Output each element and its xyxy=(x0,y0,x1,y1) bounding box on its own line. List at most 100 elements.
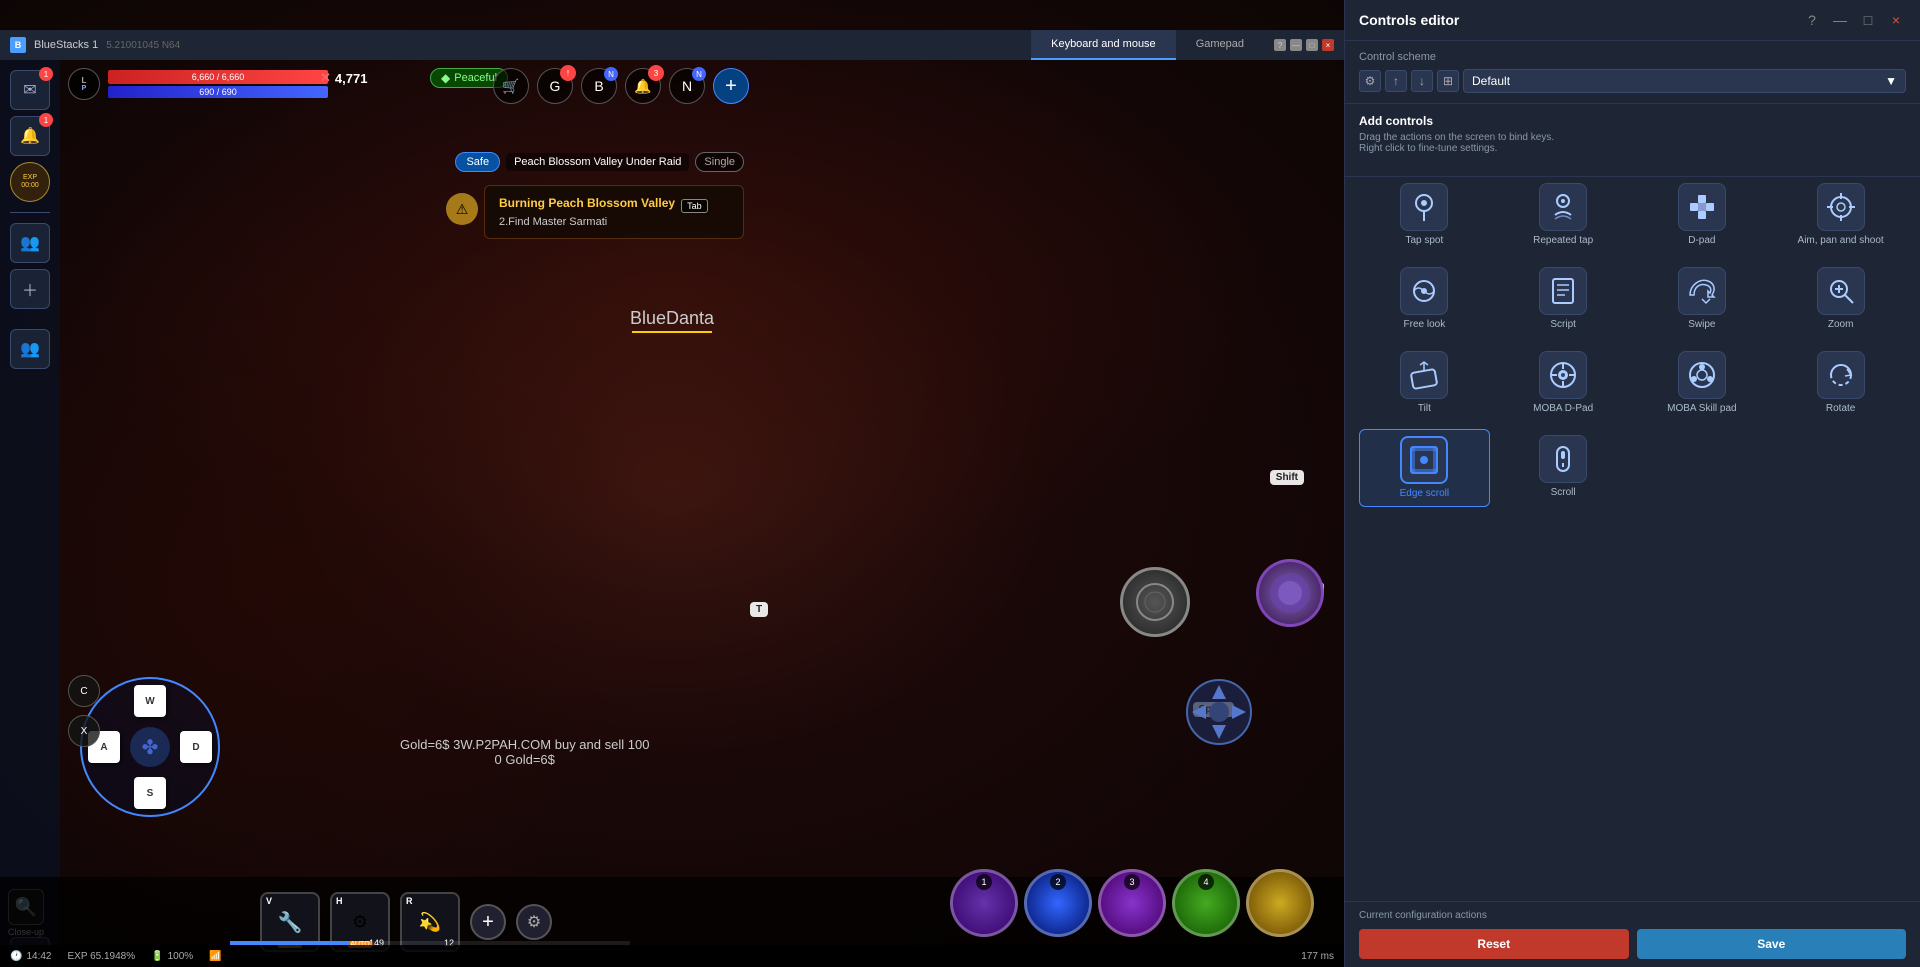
control-tap-spot[interactable]: Tap spot xyxy=(1359,177,1490,253)
exp-display: EXP 65.1948% xyxy=(67,951,135,962)
panel-maximize-btn[interactable]: □ xyxy=(1858,10,1878,30)
skill-num-1: 1 xyxy=(976,874,992,890)
h-skill-icon: ⚙ xyxy=(352,912,368,933)
n-btn[interactable]: N N xyxy=(669,68,705,104)
b-btn[interactable]: B N xyxy=(581,68,617,104)
close-btn[interactable]: × xyxy=(1322,39,1334,51)
control-moba-dpad[interactable]: MOBA D-Pad xyxy=(1498,345,1629,421)
group-btn[interactable]: 👥 xyxy=(10,223,50,263)
scheme-share-icon[interactable]: ↑ xyxy=(1385,70,1407,92)
control-dpad[interactable]: D-pad xyxy=(1637,177,1768,253)
g-btn[interactable]: G ! xyxy=(537,68,573,104)
current-config-label: Current configuration actions xyxy=(1359,910,1906,921)
scheme-dropdown[interactable]: Default ▼ xyxy=(1463,69,1906,93)
scheme-chevron-icon: ▼ xyxy=(1885,74,1897,88)
dpad-right-btn[interactable]: D xyxy=(180,731,212,763)
reset-btn[interactable]: Reset xyxy=(1359,929,1629,959)
maximize-btn[interactable]: □ xyxy=(1306,39,1318,51)
mp-bar: 690 / 690 xyxy=(108,86,328,98)
hp-text: 6,660 / 6,660 xyxy=(108,70,328,84)
diamond-icon: ◆ xyxy=(441,71,450,85)
add-skill-btn[interactable]: + xyxy=(470,904,506,940)
skill-circle-4[interactable]: 4 xyxy=(1172,869,1240,937)
control-swipe[interactable]: Swipe xyxy=(1637,261,1768,337)
minimize-btn[interactable]: — xyxy=(1290,39,1302,51)
coins-value: 4,771 xyxy=(335,71,368,86)
edge-scroll-label: Edge scroll xyxy=(1400,488,1449,500)
x-action-btn[interactable]: X xyxy=(68,715,100,747)
xp-fill xyxy=(230,941,350,945)
control-repeated-tap[interactable]: Repeated tap xyxy=(1498,177,1629,253)
panel-help-btn[interactable]: ? xyxy=(1802,10,1822,30)
zoom-icon xyxy=(1817,267,1865,315)
panel-close-btn[interactable]: × xyxy=(1886,10,1906,30)
scheme-label: Control scheme xyxy=(1359,51,1906,63)
control-moba-skill-pad[interactable]: MOBA Skill pad xyxy=(1637,345,1768,421)
space-dpad[interactable] xyxy=(1184,677,1254,747)
q-skill-container xyxy=(1256,559,1324,627)
skill-circle-2[interactable]: 2 xyxy=(1024,869,1092,937)
dpad-up-btn[interactable]: W xyxy=(134,685,166,717)
tab-key-badge[interactable]: Tab xyxy=(681,199,708,213)
scheme-import-icon[interactable]: ↓ xyxy=(1411,70,1433,92)
quest-marker-icon: ⚠ xyxy=(446,193,478,225)
repeated-tap-label: Repeated tap xyxy=(1533,235,1593,247)
scheme-copy-icon[interactable]: ⊞ xyxy=(1437,70,1459,92)
control-aim-pan-shoot[interactable]: Aim, pan and shoot xyxy=(1775,177,1906,253)
safe-badge[interactable]: Safe xyxy=(455,152,500,172)
char-name-container: BlueDanta xyxy=(630,308,714,333)
help-icon[interactable]: ? xyxy=(1274,39,1286,51)
control-free-look[interactable]: Free look xyxy=(1359,261,1490,337)
t-key-overlay[interactable]: T xyxy=(750,602,768,617)
tap-spot-label: Tap spot xyxy=(1405,235,1443,247)
dpad-down-btn[interactable]: S xyxy=(134,777,166,809)
char-name: BlueDanta xyxy=(630,308,714,329)
skill-circle-5[interactable] xyxy=(1246,869,1314,937)
save-btn[interactable]: Save xyxy=(1637,929,1907,959)
add-hud-btn[interactable]: + xyxy=(713,68,749,104)
repeated-tap-svg xyxy=(1547,191,1579,223)
settings-btn[interactable]: ⚙ xyxy=(516,904,552,940)
panel-minimize-btn[interactable]: — xyxy=(1830,10,1850,30)
skill-circle-3[interactable]: 3 xyxy=(1098,869,1166,937)
notification-btn[interactable]: 🔔 1 xyxy=(10,116,50,156)
scheme-settings-icon[interactable]: ⚙ xyxy=(1359,70,1381,92)
xp-bar xyxy=(230,941,630,945)
control-zoom[interactable]: Zoom xyxy=(1775,261,1906,337)
exp-badge[interactable]: EXP 00:00 xyxy=(10,162,50,202)
skill-circle-1[interactable]: 1 xyxy=(950,869,1018,937)
g-badge: ! xyxy=(560,65,576,81)
single-badge[interactable]: Single xyxy=(695,152,744,172)
battery-display: 100% xyxy=(168,951,194,962)
big-skill-btn[interactable] xyxy=(1120,567,1190,637)
mobadpad-svg xyxy=(1547,359,1579,391)
control-rotate[interactable]: Rotate xyxy=(1775,345,1906,421)
controls-footer: Current configuration actions Reset Save xyxy=(1345,901,1920,967)
wifi-item: 📶 xyxy=(209,951,221,962)
controls-panel: Controls editor ? — □ × Control scheme ⚙… xyxy=(1344,0,1920,967)
script-label: Script xyxy=(1550,319,1576,331)
dpad-control[interactable]: ✤ W S A D xyxy=(80,677,220,817)
c-action-btn[interactable]: C xyxy=(68,675,100,707)
control-script[interactable]: Script xyxy=(1498,261,1629,337)
control-scroll[interactable]: Scroll xyxy=(1498,429,1629,507)
shop-btn[interactable]: 🛒 xyxy=(493,68,529,104)
control-edge-scroll[interactable]: Edge scroll xyxy=(1359,429,1490,507)
tab-gamepad[interactable]: Gamepad xyxy=(1176,30,1264,60)
footer-buttons: Reset Save xyxy=(1359,929,1906,959)
guild-btn[interactable]: 👥 xyxy=(10,329,50,369)
q-skill-btn[interactable] xyxy=(1256,559,1324,627)
game-area: B BlueStacks 1 5.21001045 N64 Keyboard a… xyxy=(0,0,1344,967)
free-look-icon xyxy=(1400,267,1448,315)
bell-btn[interactable]: 🔔 3 xyxy=(625,68,661,104)
coins-display: ✕ 4,771 xyxy=(320,70,367,86)
shift-key-overlay[interactable]: Shift xyxy=(1270,470,1304,485)
control-tilt[interactable]: Tilt xyxy=(1359,345,1490,421)
add-btn-side[interactable]: ＋ xyxy=(10,269,50,309)
tab-keyboard-mouse[interactable]: Keyboard and mouse xyxy=(1031,30,1176,60)
sidebar-divider xyxy=(10,212,50,213)
mail-btn[interactable]: ✉ 1 xyxy=(10,70,50,110)
quest-panel-container: ⚠ Burning Peach Blossom Valley Tab 2.Fin… xyxy=(446,185,744,239)
clock-icon: 🕐 xyxy=(10,951,22,962)
wifi-icon: 📶 xyxy=(209,951,221,962)
